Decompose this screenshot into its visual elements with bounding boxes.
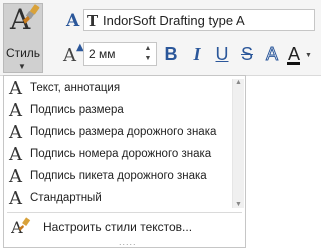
text-style-brush-icon bbox=[23, 4, 40, 24]
font-name-value: IndorSoft Drafting type A bbox=[103, 13, 245, 28]
font-size-icon: A ▲ bbox=[63, 42, 84, 66]
list-item-label: Подпись размера дорожного знака bbox=[30, 126, 217, 138]
bold-button[interactable]: B bbox=[160, 42, 182, 66]
scroll-down-icon[interactable]: ▼ bbox=[235, 201, 242, 208]
style-item-text-annotation[interactable]: A Текст, аннотация bbox=[9, 78, 231, 99]
font-icon: A bbox=[66, 11, 80, 31]
chevron-down-icon[interactable]: ▼ bbox=[305, 52, 312, 59]
text-style-icon: A bbox=[9, 78, 22, 99]
font-name-combobox[interactable]: T IndorSoft Drafting type A bbox=[83, 9, 315, 31]
list-item-label: Подпись размера bbox=[30, 104, 124, 116]
chevron-down-icon: ▼ bbox=[18, 62, 26, 71]
font-size-value: 2 мм bbox=[89, 47, 116, 61]
italic-button[interactable]: I bbox=[186, 42, 208, 66]
resize-grip[interactable]: ..... bbox=[119, 237, 137, 247]
text-style-icon: A bbox=[9, 144, 22, 165]
dropdown-scrollbar[interactable]: ▲ ▼ bbox=[232, 79, 244, 208]
style-button[interactable]: A Стиль ▼ bbox=[3, 3, 43, 73]
style-item-sign-picket-label[interactable]: A Подпись пикета дорожного знака bbox=[9, 166, 231, 187]
strikethrough-button[interactable]: S bbox=[236, 42, 258, 66]
style-settings-icon: A bbox=[11, 217, 31, 237]
style-item-standard[interactable]: A Стандартный bbox=[9, 188, 231, 209]
menu-divider bbox=[7, 212, 242, 213]
text-style-icon: A bbox=[9, 122, 22, 143]
style-dropdown-menu: A Текст, аннотация A Подпись размера A П… bbox=[3, 75, 246, 248]
outline-text-button[interactable]: A bbox=[261, 42, 283, 66]
font-color-swatch bbox=[287, 62, 300, 65]
list-item-label: Текст, аннотация bbox=[30, 82, 121, 94]
style-item-sign-dimension-label[interactable]: A Подпись размера дорожного знака bbox=[9, 122, 231, 143]
text-style-icon: A bbox=[9, 188, 22, 209]
list-item-label: Стандартный bbox=[30, 192, 102, 204]
configure-text-styles-label: Настроить стили текстов... bbox=[43, 220, 193, 234]
truetype-icon: T bbox=[87, 12, 99, 30]
text-style-icon: A bbox=[9, 166, 22, 187]
scroll-up-icon[interactable]: ▲ bbox=[235, 79, 242, 86]
configure-text-styles-button[interactable]: A Настроить стили текстов... bbox=[9, 217, 239, 237]
style-item-sign-number-label[interactable]: A Подпись номера дорожного знака bbox=[9, 144, 231, 165]
style-button-label: Стиль bbox=[5, 46, 41, 60]
list-item-label: Подпись пикета дорожного знака bbox=[30, 170, 207, 182]
spinner-arrows-icon[interactable]: ▲ ▼ bbox=[142, 44, 154, 64]
underline-button[interactable]: U bbox=[211, 42, 233, 66]
ribbon-panel: A Стиль ▼ A T IndorSoft Drafting type A … bbox=[0, 0, 321, 76]
style-item-dimension-label[interactable]: A Подпись размера bbox=[9, 100, 231, 121]
font-size-spinner[interactable]: 2 мм ▲ ▼ bbox=[83, 42, 157, 66]
text-style-icon: A bbox=[9, 100, 22, 121]
list-item-label: Подпись номера дорожного знака bbox=[30, 148, 212, 160]
